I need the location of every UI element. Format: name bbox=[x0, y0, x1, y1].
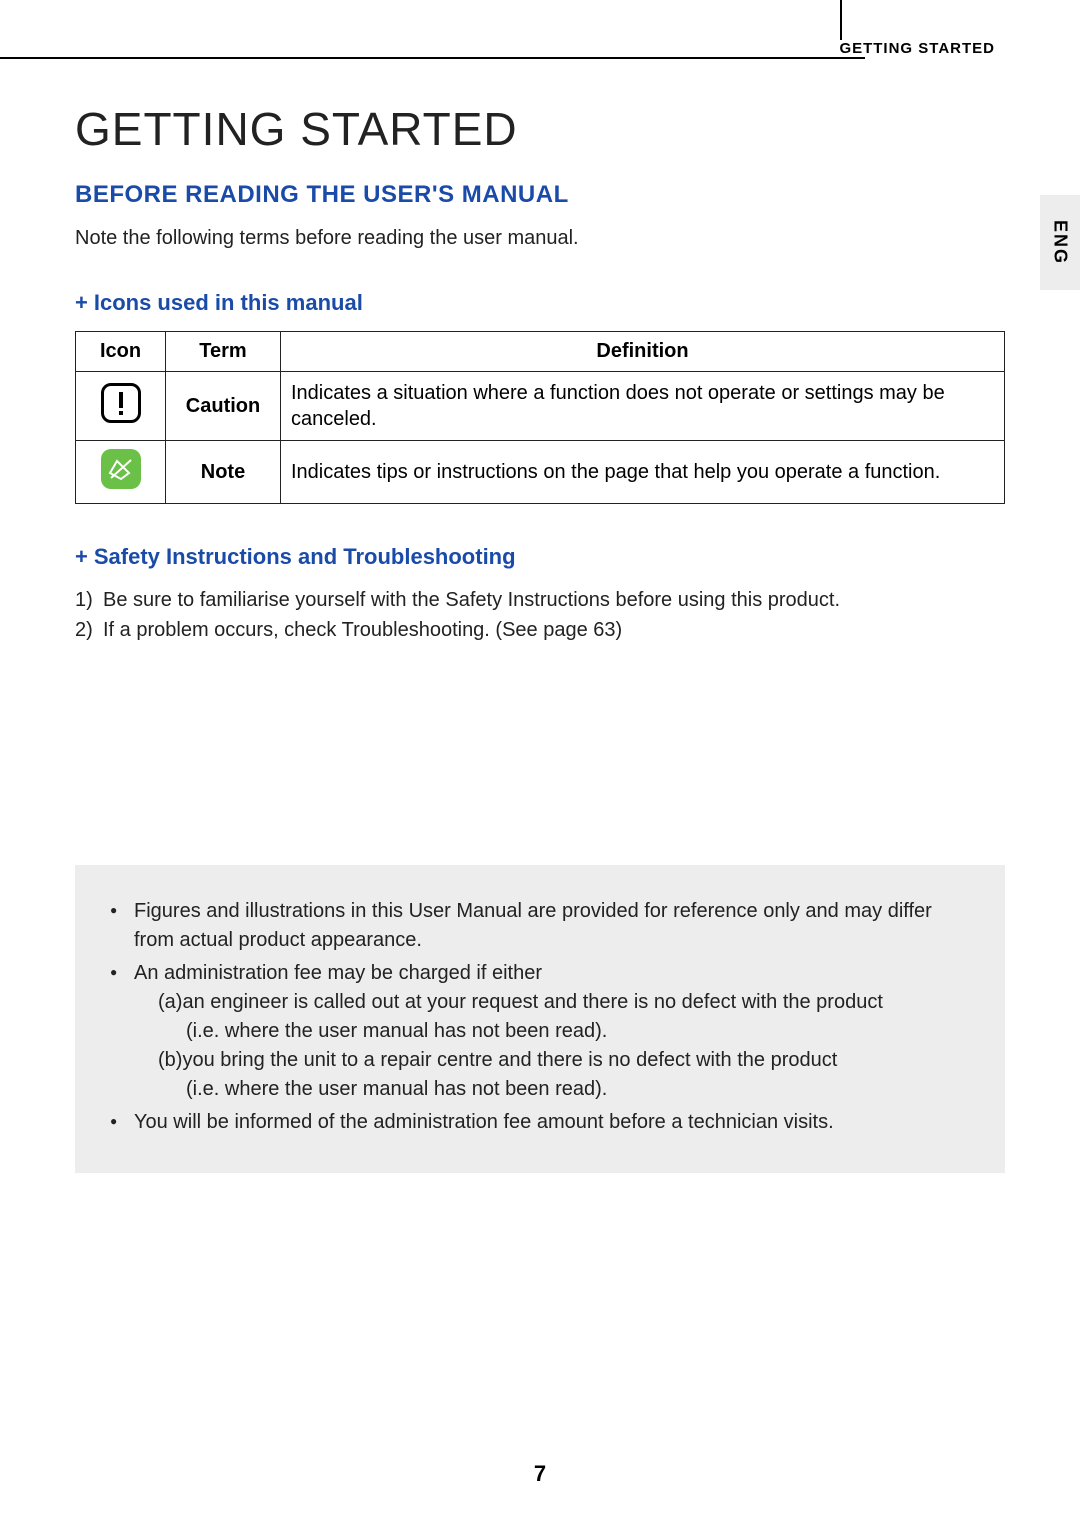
safety-list: 1) Be sure to familiarise yourself with … bbox=[75, 585, 1005, 645]
def-cell-caution: Indicates a situation where a function d… bbox=[281, 372, 1005, 441]
th-icon: Icon bbox=[76, 332, 166, 372]
def-cell-note: Indicates tips or instructions on the pa… bbox=[281, 441, 1005, 504]
table-header-row: Icon Term Definition bbox=[76, 332, 1005, 372]
list-item: An administration fee may be charged if … bbox=[110, 959, 970, 1104]
sub-b-text: you bring the unit to a repair centre an… bbox=[182, 1049, 837, 1071]
safety-text-1: Be sure to familiarise yourself with the… bbox=[103, 585, 840, 615]
term-cell-caution: Caution bbox=[166, 372, 281, 441]
note-icon bbox=[101, 449, 141, 489]
sub-a-continuation: (i.e. where the user manual has not been… bbox=[158, 1017, 970, 1046]
sub-heading-icons-text: Icons used in this manual bbox=[94, 290, 363, 315]
sub-point-b: (b)you bring the unit to a repair centre… bbox=[158, 1046, 970, 1075]
table-row: Caution Indicates a situation where a fu… bbox=[76, 372, 1005, 441]
page-number: 7 bbox=[0, 1461, 1080, 1487]
plus-marker: + bbox=[75, 544, 88, 569]
list-item: 2) If a problem occurs, check Troublesho… bbox=[75, 615, 1005, 645]
list-item: 1) Be sure to familiarise yourself with … bbox=[75, 585, 1005, 615]
sub-point-a: (a)an engineer is called out at your req… bbox=[158, 988, 970, 1017]
th-definition: Definition bbox=[281, 332, 1005, 372]
sub-heading-safety: +Safety Instructions and Troubleshooting bbox=[75, 544, 1005, 570]
header-rule-left bbox=[0, 57, 865, 59]
term-cell-note: Note bbox=[166, 441, 281, 504]
sub-heading-safety-text: Safety Instructions and Troubleshooting bbox=[94, 544, 516, 569]
sub-b-continuation: (i.e. where the user manual has not been… bbox=[158, 1075, 970, 1104]
intro-text: Note the following terms before reading … bbox=[75, 227, 1005, 250]
sub-b-label: (b) bbox=[158, 1049, 182, 1071]
safety-num-2: 2) bbox=[75, 615, 103, 645]
sub-a-text: an engineer is called out at your reques… bbox=[182, 991, 882, 1013]
page-container: GETTING STARTED GETTING STARTED BEFORE R… bbox=[0, 0, 1080, 1213]
sub-a-label: (a) bbox=[158, 991, 182, 1013]
header-rule-right bbox=[840, 0, 1080, 40]
list-item: You will be informed of the administrati… bbox=[110, 1108, 970, 1137]
th-term: Term bbox=[166, 332, 281, 372]
notice-item-2: An administration fee may be charged if … bbox=[134, 962, 542, 984]
safety-text-2: If a problem occurs, check Troubleshooti… bbox=[103, 615, 622, 645]
running-header: GETTING STARTED bbox=[75, 40, 1005, 57]
table-row: Note Indicates tips or instructions on t… bbox=[76, 441, 1005, 504]
icon-cell-note bbox=[76, 441, 166, 504]
notice-box: Figures and illustrations in this User M… bbox=[75, 865, 1005, 1173]
icons-table: Icon Term Definition Caution Indicates a… bbox=[75, 331, 1005, 504]
list-item: Figures and illustrations in this User M… bbox=[110, 897, 970, 955]
safety-num-1: 1) bbox=[75, 585, 103, 615]
page-title: GETTING STARTED bbox=[75, 102, 1005, 156]
sub-heading-icons: +Icons used in this manual bbox=[75, 290, 1005, 316]
icon-cell-caution bbox=[76, 372, 166, 441]
section-heading-before-reading: BEFORE READING THE USER'S MANUAL bbox=[75, 181, 1005, 209]
caution-icon bbox=[101, 383, 141, 423]
plus-marker: + bbox=[75, 290, 88, 315]
